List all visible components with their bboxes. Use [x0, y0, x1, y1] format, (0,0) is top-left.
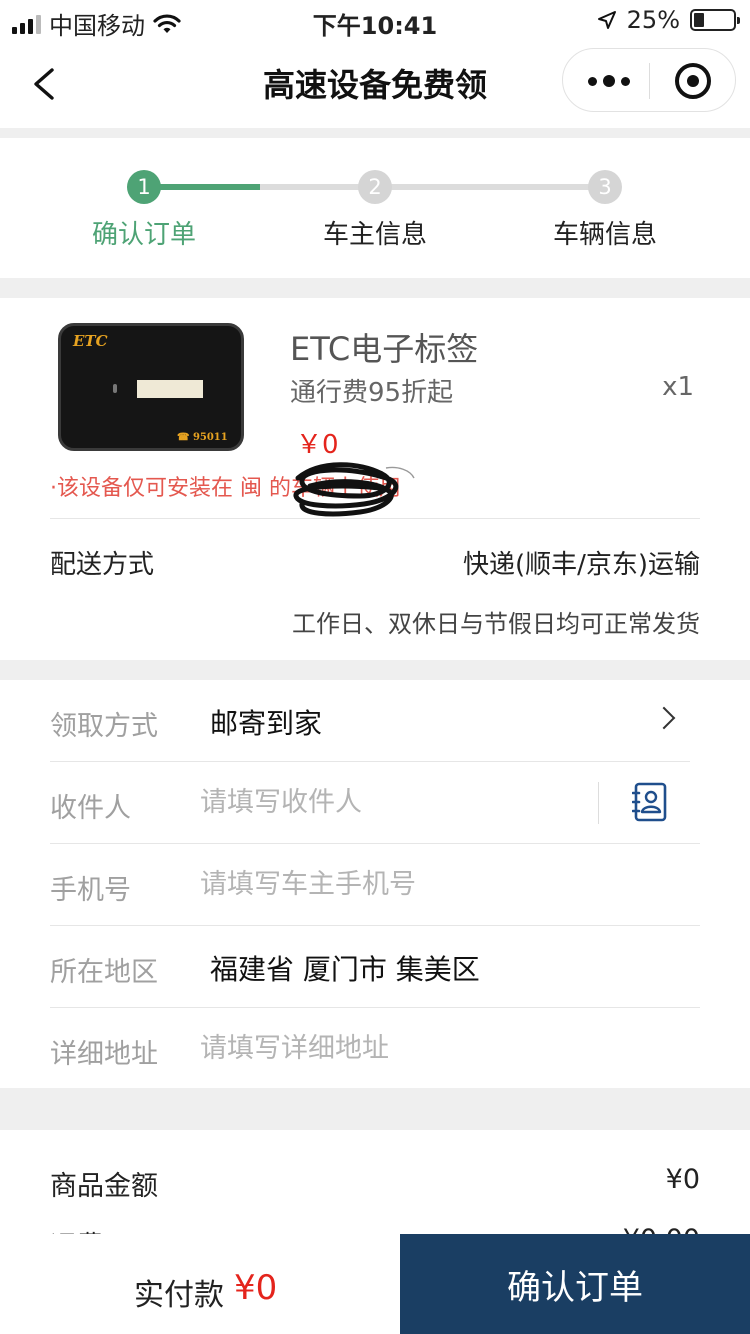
pickup-label: 领取方式 — [50, 711, 158, 742]
step-3-dot: 3 — [588, 170, 622, 204]
region-row[interactable]: 所在地区 福建省 厦门市 集美区 — [0, 926, 750, 1008]
battery-percent: 25% — [626, 6, 680, 34]
step-2-dot: 2 — [358, 170, 392, 204]
product-subtitle: 通行费95折起 — [290, 378, 454, 408]
step-2-label: 车主信息 — [322, 220, 427, 250]
step-line-done — [160, 184, 260, 190]
phone-row: 手机号 — [0, 844, 750, 926]
confirm-order-button[interactable]: 确认订单 — [400, 1234, 750, 1334]
status-bar: 中国移动 下午10:41 25% — [0, 0, 750, 40]
device-screen — [137, 380, 203, 398]
pickup-value: 邮寄到家 — [210, 707, 323, 740]
region-label: 所在地区 — [50, 957, 158, 988]
product-name: ETC电子标签 — [290, 330, 479, 368]
device-led — [113, 384, 117, 393]
location-arrow-icon — [597, 11, 616, 29]
goods-amount-label: 商品金额 — [50, 1171, 158, 1202]
recipient-separator — [598, 782, 599, 824]
product-divider — [50, 518, 700, 519]
delivery-form: 领取方式 邮寄到家 收件人 手机号 所在地区 福建省 厦门市 集美区 详细地址 — [0, 680, 750, 1088]
more-icon[interactable] — [585, 65, 633, 97]
redaction-scribble — [293, 462, 415, 517]
step-1-label: 确认订单 — [91, 220, 196, 250]
step-progress: 1 2 3 确认订单 车主信息 车辆信息 — [0, 138, 750, 278]
recipient-row: 收件人 — [0, 762, 750, 844]
phone-input[interactable] — [200, 860, 580, 908]
order-summary: 商品金额 ¥0 运费 ¥0.00 — [0, 1130, 750, 1262]
pickup-method-row[interactable]: 领取方式 邮寄到家 — [0, 680, 750, 762]
shipping-label: 配送方式 — [50, 550, 155, 580]
product-quantity: x1 — [662, 372, 694, 402]
goods-amount-value: ¥0 — [665, 1164, 700, 1195]
address-input[interactable] — [200, 1024, 580, 1072]
product-card: ETC ☎ 95011 ETC电子标签 通行费95折起 x1 ￥0 ·该设备仅可… — [0, 298, 750, 660]
chevron-right-icon — [652, 706, 676, 730]
mini-program-capsule — [562, 48, 736, 112]
address-row: 详细地址 — [0, 1008, 750, 1090]
recipient-input[interactable] — [200, 778, 580, 826]
step-3-label: 车辆信息 — [552, 220, 657, 250]
step-line-pending — [260, 184, 590, 190]
nav-bar: 高速设备免费领 — [0, 40, 750, 128]
target-icon[interactable] — [675, 63, 711, 99]
step-1-dot: 1 — [127, 170, 161, 204]
region-value: 福建省 厦门市 集美区 — [210, 953, 480, 986]
contact-book-icon[interactable] — [632, 782, 668, 822]
battery-icon — [690, 9, 740, 31]
pay-amount: ¥0 — [234, 1268, 278, 1308]
recipient-label: 收件人 — [50, 793, 131, 824]
shipping-value: 快递(顺丰/京东)运输 — [462, 550, 700, 580]
phone-label: 手机号 — [50, 875, 131, 906]
shipping-note: 工作日、双休日与节假日均可正常发货 — [292, 610, 700, 638]
capsule-divider — [649, 63, 650, 99]
checkout-bar: 实付款 ¥0 确认订单 — [0, 1234, 750, 1334]
pay-label: 实付款 — [134, 1278, 224, 1313]
etc-logo: ETC — [73, 332, 108, 350]
etc-device-image: ETC ☎ 95011 — [58, 323, 244, 451]
device-hotline: ☎ 95011 — [177, 432, 228, 443]
address-label: 详细地址 — [50, 1039, 158, 1070]
